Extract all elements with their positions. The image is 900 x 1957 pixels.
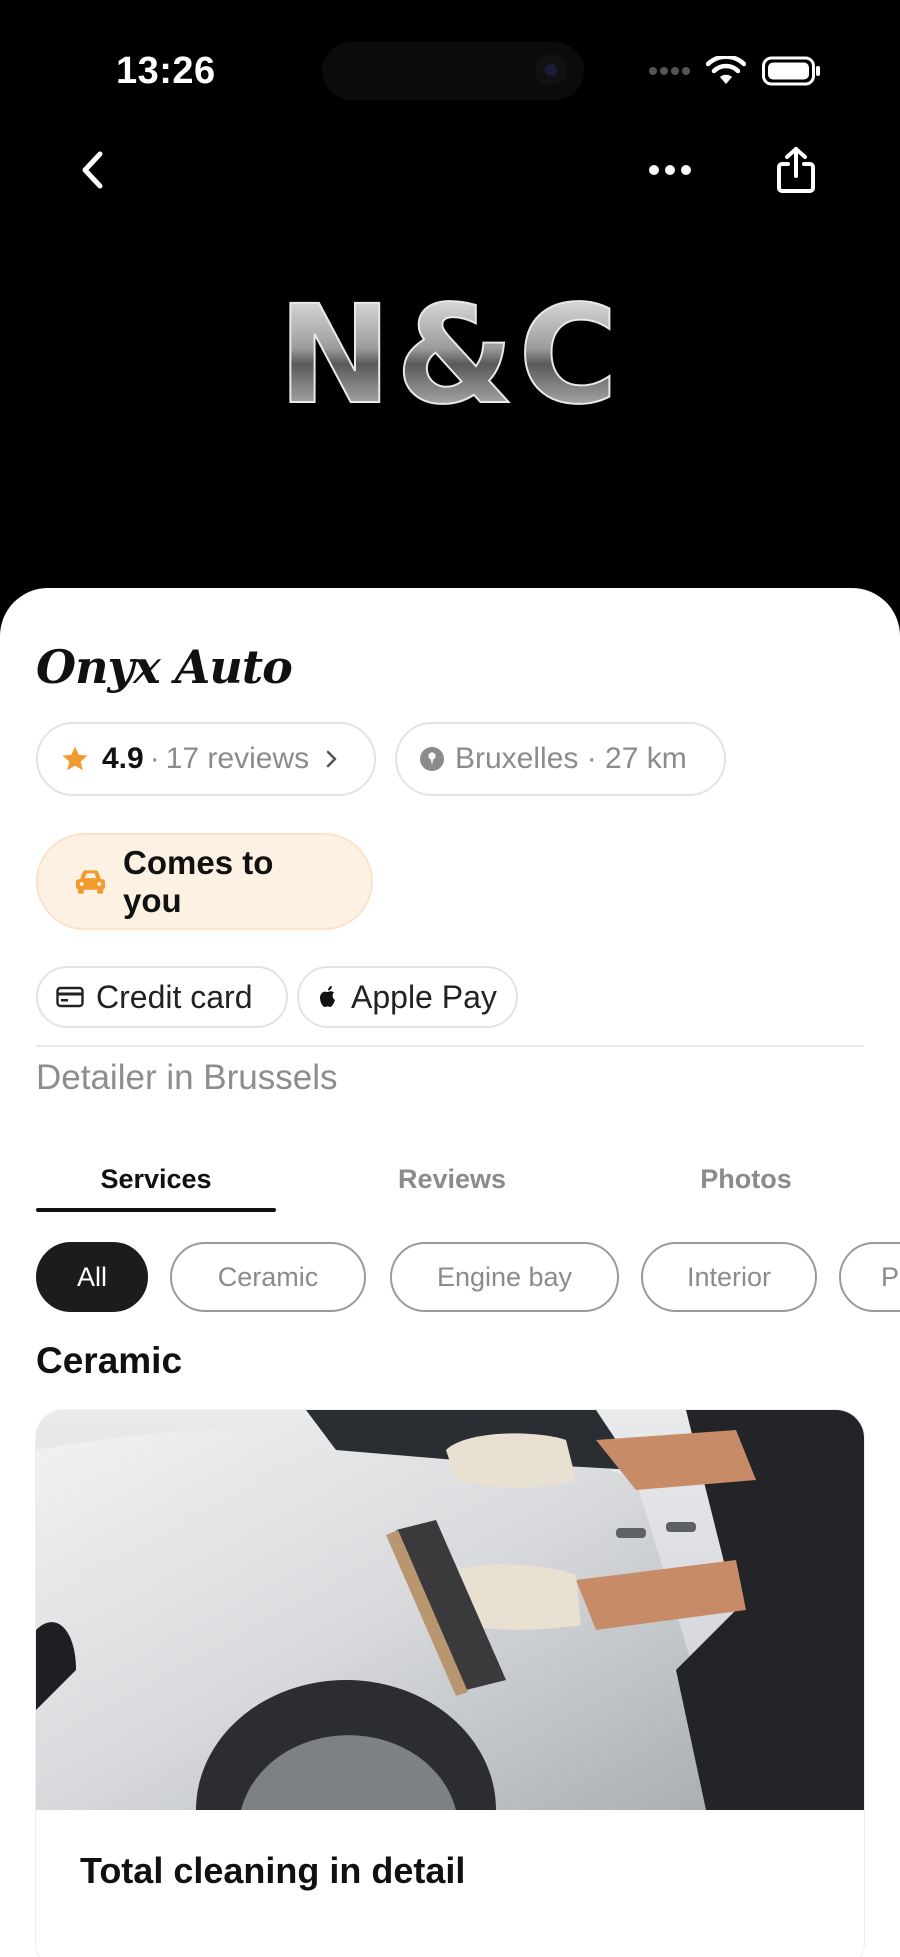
location-pin-icon (420, 747, 444, 771)
top-navigation (0, 140, 900, 200)
car-icon (75, 869, 106, 894)
service-filter-chips: All Ceramic Engine bay Interior Pa (36, 1242, 900, 1314)
payment-credit-card: Credit card (36, 966, 288, 1028)
filter-chip-label: Pa (881, 1261, 900, 1292)
status-icons (648, 56, 822, 86)
battery-icon (762, 56, 820, 86)
tab-photos[interactable]: Photos (626, 1146, 866, 1212)
tab-photos-label: Photos (700, 1163, 792, 1194)
more-dots-icon (649, 165, 691, 175)
filter-chip-label: Engine bay (436, 1261, 573, 1292)
wifi-icon (706, 56, 746, 84)
share-icon (777, 147, 815, 193)
filter-chip-partial[interactable]: Pa (839, 1242, 900, 1312)
payment-label-credit: Credit card (96, 978, 253, 1015)
divider (36, 1045, 864, 1047)
chevron-right-icon (326, 750, 337, 768)
service-photo (36, 1410, 864, 1810)
filter-chip-engine-bay[interactable]: Engine bay (390, 1242, 619, 1312)
business-logo: N&C (0, 260, 900, 460)
section-title: Ceramic (36, 1340, 183, 1381)
camera-icon (535, 54, 567, 86)
tab-bar: Services Reviews Photos (36, 1146, 864, 1216)
tab-services-label: Services (100, 1163, 212, 1194)
business-details-sheet: Onyx Auto 4.9 · 17 reviews Bruxelles · 2… (0, 588, 900, 1957)
rating-pill[interactable]: 4.9 · 17 reviews (36, 722, 376, 796)
signal-icon (649, 67, 690, 75)
filter-chip-label: Ceramic (217, 1261, 319, 1292)
tab-reviews[interactable]: Reviews (332, 1146, 572, 1212)
location-text: Bruxelles · 27 km (455, 742, 687, 775)
more-options-button[interactable] (638, 140, 702, 200)
share-button[interactable] (764, 140, 828, 200)
filter-chip-ceramic[interactable]: Ceramic (170, 1242, 366, 1312)
service-card-title: Total cleaning in detail (80, 1850, 466, 1891)
logo-text: N&C (278, 290, 622, 430)
comes-to-you-label: Comes to you (123, 843, 274, 919)
service-card[interactable]: Total cleaning in detail (36, 1410, 864, 1957)
star-icon (62, 746, 88, 771)
apple-icon (320, 986, 335, 1007)
filter-chip-label: Interior (686, 1261, 772, 1292)
back-button[interactable] (60, 140, 124, 200)
logo-image: N&C (277, 290, 622, 430)
tab-reviews-label: Reviews (397, 1163, 507, 1194)
payment-label-apple: Apple Pay (351, 978, 497, 1015)
business-category: Detailer in Brussels (36, 1058, 338, 1097)
comes-to-you-badge: Comes to you (36, 833, 373, 930)
rating-value: 4.9 (102, 742, 144, 775)
tab-services[interactable]: Services (36, 1146, 276, 1212)
filter-chip-all[interactable]: All (36, 1242, 148, 1312)
reviews-count: 17 reviews (165, 742, 310, 775)
filter-chip-interior[interactable]: Interior (641, 1242, 817, 1312)
credit-card-icon (56, 986, 84, 1008)
chevron-left-icon (82, 151, 103, 189)
filter-chip-label: All (76, 1261, 107, 1292)
business-name: Onyx Auto (36, 640, 293, 694)
payment-apple-pay: Apple Pay (297, 966, 518, 1028)
separator-dot: · (149, 742, 160, 775)
status-time: 13:26 (116, 50, 216, 92)
location-pill[interactable]: Bruxelles · 27 km (395, 722, 726, 796)
status-bar: 13:26 (0, 0, 900, 150)
active-tab-indicator (36, 1208, 276, 1212)
